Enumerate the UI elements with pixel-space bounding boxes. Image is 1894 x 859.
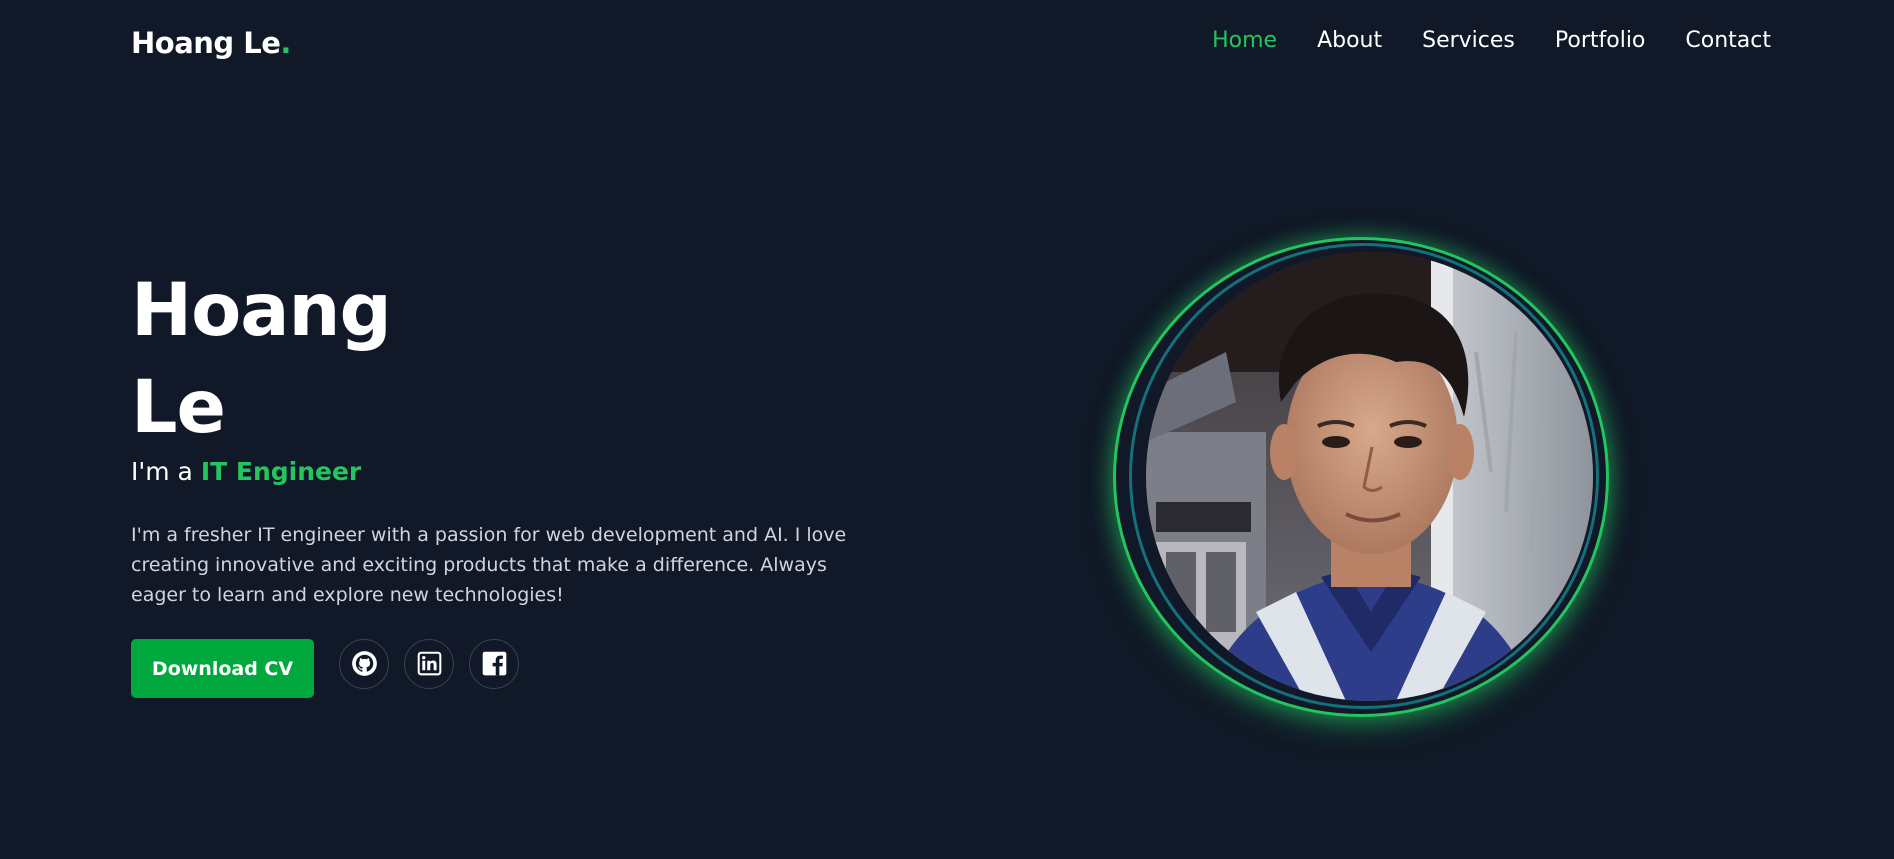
role-prefix: I'm a [131, 457, 193, 486]
nav-portfolio[interactable]: Portfolio [1555, 28, 1646, 53]
role-title: IT Engineer [200, 457, 362, 486]
profile-photo [1146, 252, 1593, 701]
nav-home[interactable]: Home [1212, 28, 1277, 53]
linkedin-link[interactable] [404, 638, 454, 689]
logo-dot: . [280, 26, 291, 60]
download-cv-button[interactable]: Download CV [131, 639, 314, 698]
facebook-link[interactable] [469, 638, 519, 689]
nav-about[interactable]: About [1317, 28, 1382, 53]
github-icon [351, 651, 377, 676]
facebook-icon [482, 651, 506, 676]
hero-role: I'm a IT Engineer [131, 457, 361, 486]
profile-photo-image [1146, 252, 1593, 701]
cta-row: Download CV [131, 638, 519, 698]
social-links [339, 638, 519, 689]
site-logo[interactable]: Hoang Le. [131, 26, 291, 60]
site-header: Hoang Le. Home About Services Portfolio … [0, 0, 1894, 86]
main-nav: Home About Services Portfolio Contact [1212, 28, 1771, 53]
hero-name-last: Le [131, 365, 226, 450]
profile-portrait [1113, 237, 1609, 717]
linkedin-icon [417, 651, 441, 676]
hero-description: I'm a fresher IT engineer with a passion… [131, 524, 847, 606]
hero-name: Hoang Le [131, 262, 392, 456]
nav-services[interactable]: Services [1422, 28, 1515, 53]
hero-name-first: Hoang [131, 268, 392, 353]
github-link[interactable] [339, 638, 389, 689]
nav-contact[interactable]: Contact [1685, 28, 1771, 53]
